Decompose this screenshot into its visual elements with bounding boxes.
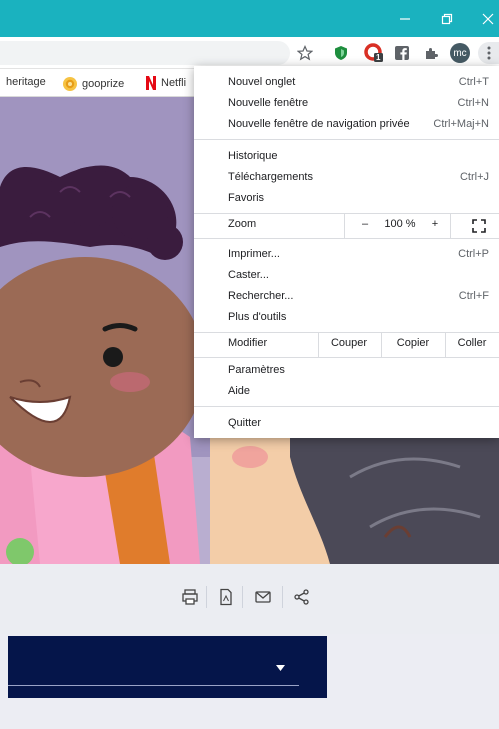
extensions-puzzle-icon[interactable] [420,42,442,64]
menu-item-favorites[interactable]: Favoris [194,188,499,209]
avatar-initials: mc [450,43,470,63]
menu-item-downloads[interactable]: Téléchargements Ctrl+J [194,167,499,188]
dark-panel [8,636,327,698]
email-icon[interactable] [250,584,276,610]
address-bar[interactable] [0,41,290,65]
gooprize-icon [63,77,77,91]
bookmark-star-icon[interactable] [294,42,316,64]
pdf-icon[interactable] [213,584,239,610]
zoom-out-button[interactable]: – [358,218,372,230]
share-icon[interactable] [289,584,315,610]
cut-button[interactable]: Couper [318,337,380,349]
menu-item-incognito[interactable]: Nouvelle fenêtre de navigation privée Ct… [194,114,499,135]
extension-badge: 1 [376,53,381,62]
dropdown-caret-icon[interactable] [276,660,285,674]
fullscreen-icon[interactable] [472,219,486,236]
red-extension-icon[interactable]: 1 [363,42,385,64]
facebook-extension-icon[interactable] [391,42,413,64]
avatar[interactable]: mc [449,42,471,64]
menu-item-find[interactable]: Rechercher... Ctrl+F [194,286,499,307]
select-underline [8,685,299,686]
bookmark-label: heritage [6,76,46,88]
page-action-bar [0,564,499,634]
bookmark-gooprize[interactable]: gooprize [62,76,124,92]
window-titlebar [0,0,499,37]
zoom-label: Zoom [228,218,257,230]
bookmark-label: Netfli [161,77,187,89]
menu-item-history[interactable]: Historique [194,146,499,167]
menu-item-more-tools[interactable]: Plus d'outils [194,307,499,328]
menu-item-new-window[interactable]: Nouvelle fenêtre Ctrl+N [194,93,499,114]
menu-item-new-tab[interactable]: Nouvel onglet Ctrl+T [194,72,499,93]
zoom-in-button[interactable]: + [428,218,442,230]
menu-edit-row: Modifier Couper Copier Coller [194,333,499,357]
menu-item-cast[interactable]: Caster... [194,265,499,286]
bookmark-label: gooprize [82,78,125,90]
browser-toolbar: 1 mc [0,37,499,69]
menu-item-settings[interactable]: Paramètres [194,360,499,381]
edit-label: Modifier [228,337,268,349]
close-icon[interactable] [466,0,499,37]
menu-item-quit[interactable]: Quitter [194,413,499,434]
print-icon[interactable] [177,584,203,610]
bookmark-heritage[interactable]: heritage [6,76,46,88]
paste-button[interactable]: Coller [445,337,499,349]
menu-zoom-row: Zoom – 100 % + [194,214,499,238]
copy-button[interactable]: Copier [381,337,445,349]
zoom-value: 100 % [384,218,416,230]
chrome-menu: Nouvel onglet Ctrl+T Nouvelle fenêtre Ct… [194,66,499,438]
menu-item-print[interactable]: Imprimer... Ctrl+P [194,244,499,265]
minimize-icon[interactable] [383,0,427,37]
menu-item-help[interactable]: Aide [194,381,499,402]
shield-extension-icon[interactable] [330,42,352,64]
bookmark-netflix[interactable]: Netfli [145,76,186,90]
chrome-menu-icon[interactable] [478,42,499,64]
netflix-icon [146,76,156,90]
restore-icon[interactable] [425,0,469,37]
